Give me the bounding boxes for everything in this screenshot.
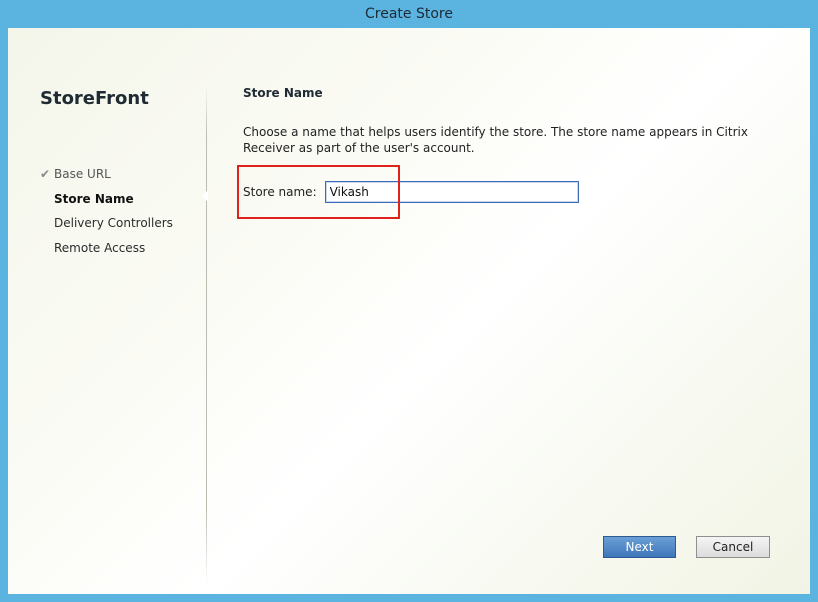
- window-title-bar: Create Store: [0, 0, 818, 28]
- window-title: Create Store: [365, 6, 453, 22]
- step-label: Store Name: [54, 191, 134, 206]
- wizard-steps: ✔ Base URL Store Name Delivery Controlle…: [40, 162, 173, 260]
- active-step-pointer: [202, 190, 208, 202]
- next-button[interactable]: Next: [603, 536, 676, 558]
- annotation-highlight-box: [237, 165, 400, 219]
- section-description: Choose a name that helps users identify …: [243, 125, 748, 155]
- step-label: Remote Access: [54, 240, 146, 255]
- app-title: StoreFront: [40, 88, 149, 109]
- step-delivery-controllers[interactable]: Delivery Controllers: [40, 211, 173, 236]
- cancel-button[interactable]: Cancel: [696, 536, 770, 558]
- wizard-client-area: StoreFront ✔ Base URL Store Name Deliver…: [8, 28, 810, 594]
- step-label: Delivery Controllers: [54, 216, 173, 230]
- section-title: Store Name: [243, 86, 323, 100]
- checkmark-icon: ✔: [40, 167, 51, 181]
- step-store-name[interactable]: Store Name: [40, 187, 173, 212]
- wizard-content: Store Name Choose a name that helps user…: [243, 28, 793, 594]
- step-base-url[interactable]: ✔ Base URL: [40, 162, 173, 187]
- wizard-sidebar: StoreFront ✔ Base URL Store Name Deliver…: [8, 28, 206, 594]
- step-label: Base URL: [54, 167, 111, 181]
- sidebar-divider: [206, 86, 207, 586]
- step-remote-access[interactable]: Remote Access: [40, 236, 173, 261]
